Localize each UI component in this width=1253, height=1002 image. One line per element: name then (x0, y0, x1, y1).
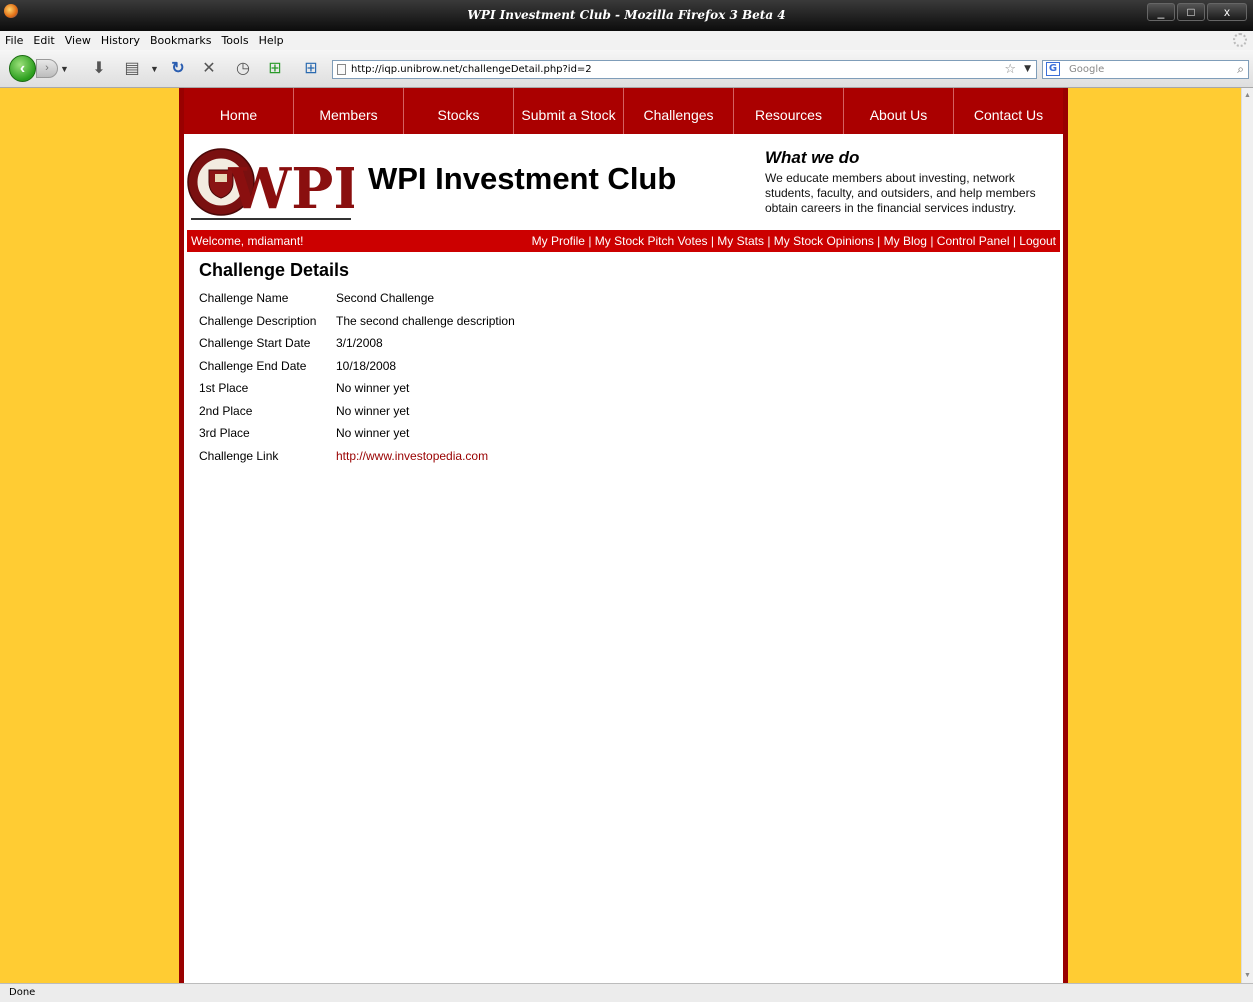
page-viewport: Home Members Stocks Submit a Stock Chall… (0, 88, 1241, 983)
maximize-button[interactable]: □ (1177, 3, 1205, 21)
menu-help[interactable]: Help (259, 34, 284, 47)
user-bar: Welcome, mdiamant! My Profile | My Stock… (187, 230, 1060, 252)
print-dropdown-icon[interactable]: ▼ (150, 64, 159, 74)
menu-view[interactable]: View (65, 34, 91, 47)
nav-resources[interactable]: Resources (734, 88, 844, 134)
nav-members[interactable]: Members (294, 88, 404, 134)
page-icon (337, 64, 346, 75)
link-my-stats[interactable]: My Stats (717, 234, 764, 248)
search-icon[interactable]: ⌕ (1237, 61, 1244, 78)
forward-icon[interactable]: › (36, 59, 58, 78)
detail-label: Challenge Name (199, 291, 289, 305)
reload-icon[interactable]: ↻ (167, 58, 189, 80)
search-bar[interactable]: G Google ⌕ (1042, 60, 1249, 79)
window-titlebar: WPI Investment Club - Mozilla Firefox 3 … (0, 0, 1253, 31)
menu-bar: File Edit View History Bookmarks Tools H… (0, 31, 1253, 50)
detail-row: Challenge Start Date 3/1/2008 (199, 336, 1063, 359)
history-icon[interactable]: ◷ (232, 58, 254, 80)
link-my-stock-pitch-votes[interactable]: My Stock Pitch Votes (595, 234, 708, 248)
download-icon[interactable]: ⬇ (88, 58, 110, 80)
detail-label: 1st Place (199, 381, 249, 395)
link-logout[interactable]: Logout (1019, 234, 1056, 248)
detail-value: No winner yet (336, 403, 410, 418)
detail-row: 3rd Place No winner yet (199, 426, 1063, 449)
detail-label: Challenge Start Date (199, 336, 311, 350)
link-my-stock-opinions[interactable]: My Stock Opinions (774, 234, 874, 248)
detail-value: 10/18/2008 (336, 358, 397, 373)
menu-bookmarks[interactable]: Bookmarks (150, 34, 211, 47)
menu-history[interactable]: History (101, 34, 140, 47)
detail-row: Challenge Name Second Challenge (199, 291, 1063, 314)
status-bar: Done (0, 983, 1253, 1002)
scroll-down-icon[interactable]: ▼ (1244, 972, 1251, 979)
nav-home[interactable]: Home (184, 88, 294, 134)
wpi-logo: WPI (187, 148, 354, 222)
url-dropdown-icon[interactable]: ▼ (1024, 61, 1031, 78)
menu-file[interactable]: File (5, 34, 23, 47)
challenge-details: Challenge Details Challenge Name Second … (184, 252, 1063, 471)
detail-row: 1st Place No winner yet (199, 381, 1063, 404)
navigation-toolbar: ‹ › ▼ ⬇ ▤ ▼ ↻ ✕ ◷ ⊞ ⊞ http://iqp.unibrow… (0, 50, 1253, 88)
throbber-icon (1233, 33, 1247, 47)
status-text: Done (9, 987, 36, 998)
window-controls: _ □ x (1147, 3, 1247, 21)
page-title: Challenge Details (199, 260, 350, 280)
site-header: WPI WPI Investment Club What we do We ed… (184, 134, 1063, 230)
nav-contact-us[interactable]: Contact Us (954, 88, 1063, 134)
detail-value: No winner yet (336, 381, 410, 395)
add-tab-icon[interactable]: ⊞ (264, 58, 286, 80)
menu-tools[interactable]: Tools (221, 34, 248, 47)
nav-challenges[interactable]: Challenges (624, 88, 734, 134)
scroll-up-icon[interactable]: ▲ (1244, 92, 1251, 99)
detail-value: Second Challenge (336, 291, 435, 305)
challenge-link[interactable]: http://www.investopedia.com (336, 449, 488, 472)
detail-value: 3/1/2008 (336, 336, 383, 350)
detail-row: Challenge End Date 10/18/2008 (199, 359, 1063, 382)
history-dropdown-icon[interactable]: ▼ (60, 64, 69, 74)
what-we-do-text: We educate members about investing, netw… (765, 171, 1036, 215)
stop-icon[interactable]: ✕ (198, 58, 220, 80)
url-text: http://iqp.unibrow.net/challengeDetail.p… (351, 64, 592, 75)
search-placeholder: Google (1069, 64, 1105, 75)
new-tab-icon[interactable]: ⊞ (300, 58, 322, 80)
window-title: WPI Investment Club - Mozilla Firefox 3 … (467, 8, 786, 22)
detail-label: Challenge Description (199, 313, 317, 328)
detail-row: Challenge Link http://www.investopedia.c… (199, 449, 1063, 472)
detail-value: The second challenge description (336, 313, 515, 328)
user-links: My Profile | My Stock Pitch Votes | My S… (531, 234, 1056, 248)
svg-text:WPI: WPI (227, 156, 354, 222)
site-title: WPI Investment Club (368, 161, 677, 196)
nav-stocks[interactable]: Stocks (404, 88, 514, 134)
google-icon[interactable]: G (1046, 62, 1060, 76)
nav-submit-a-stock[interactable]: Submit a Stock (514, 88, 624, 134)
menu-edit[interactable]: Edit (33, 34, 54, 47)
what-we-do-title: What we do (765, 148, 860, 167)
back-icon[interactable]: ‹ (9, 55, 36, 82)
detail-value: No winner yet (336, 426, 410, 440)
detail-row: Challenge Description The second challen… (199, 314, 1063, 337)
link-control-panel[interactable]: Control Panel (937, 234, 1010, 248)
nav-about-us[interactable]: About Us (844, 88, 954, 134)
detail-label: Challenge End Date (199, 358, 307, 373)
link-my-profile[interactable]: My Profile (532, 234, 585, 248)
print-icon[interactable]: ▤ (121, 58, 143, 80)
close-button[interactable]: x (1207, 3, 1247, 21)
link-my-blog[interactable]: My Blog (884, 234, 927, 248)
detail-label: Challenge Link (199, 448, 279, 463)
detail-row: 2nd Place No winner yet (199, 404, 1063, 427)
minimize-button[interactable]: _ (1147, 3, 1175, 21)
detail-label: 3rd Place (199, 426, 250, 440)
site-page: Home Members Stocks Submit a Stock Chall… (179, 88, 1068, 983)
site-nav: Home Members Stocks Submit a Stock Chall… (184, 88, 1063, 134)
welcome-text: Welcome, mdiamant! (191, 234, 304, 248)
bookmark-star-icon[interactable]: ☆ (1004, 61, 1016, 78)
detail-label: 2nd Place (199, 403, 253, 418)
url-bar[interactable]: http://iqp.unibrow.net/challengeDetail.p… (332, 60, 1037, 79)
vertical-scrollbar[interactable]: ▲ ▼ (1241, 88, 1253, 983)
